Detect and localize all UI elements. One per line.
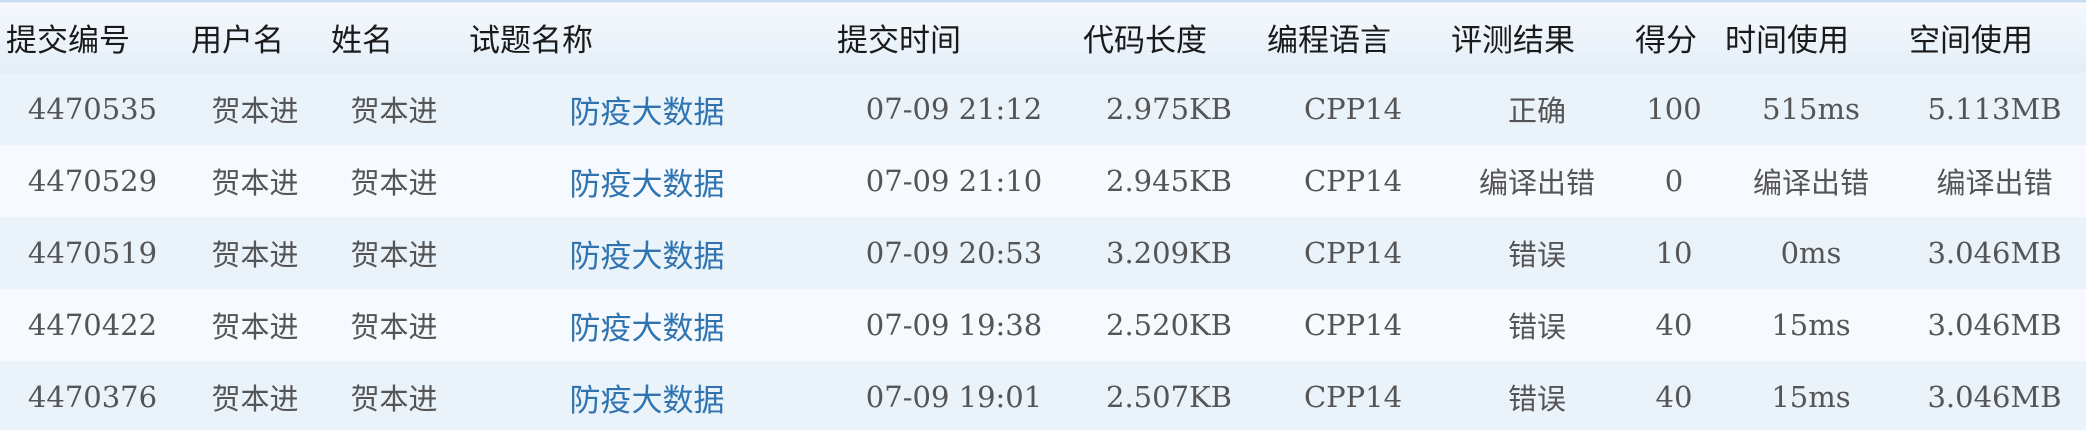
submission-id[interactable]: 4470529	[0, 145, 185, 217]
column-header-problem[interactable]: 试题名称	[463, 1, 831, 73]
language: CPP14	[1303, 308, 1403, 342]
real-name: 贺本进	[350, 94, 438, 128]
judge-result[interactable]: 错误	[1445, 217, 1629, 289]
submit-time: 07-09 21:12	[865, 92, 1043, 126]
language: CPP14	[1303, 236, 1403, 270]
table-row: 4470535 贺本进 贺本进 防疫大数据 07-09 21:12 2.975K…	[0, 73, 2086, 145]
submission-table: 提交编号 用户名 姓名 试题名称 提交时间 代码长度 编程语言 评测结果 得分 …	[0, 0, 2086, 430]
score: 40	[1655, 380, 1693, 414]
time-used: 15ms	[1771, 308, 1851, 342]
column-header-result[interactable]: 评测结果	[1445, 1, 1629, 73]
code-length[interactable]: 2.975KB	[1077, 73, 1261, 145]
judge-result[interactable]: 错误	[1445, 289, 1629, 361]
submission-id[interactable]: 4470376	[0, 361, 185, 430]
username[interactable]: 贺本进	[185, 73, 325, 145]
time-used: 0ms	[1780, 236, 1842, 270]
table-header-row: 提交编号 用户名 姓名 试题名称 提交时间 代码长度 编程语言 评测结果 得分 …	[0, 1, 2086, 73]
real-name: 贺本进	[350, 382, 438, 416]
score: 0	[1664, 164, 1684, 198]
submission-id[interactable]: 4470422	[0, 289, 185, 361]
column-header-score[interactable]: 得分	[1629, 1, 1719, 73]
memory-used: 3.046MB	[1927, 236, 2062, 270]
problem-link[interactable]: 防疫大数据	[570, 311, 725, 347]
table-row: 4470376 贺本进 贺本进 防疫大数据 07-09 19:01 2.507K…	[0, 361, 2086, 430]
problem-link[interactable]: 防疫大数据	[570, 167, 725, 203]
judge-result[interactable]: 正确	[1445, 73, 1629, 145]
real-name: 贺本进	[350, 238, 438, 272]
time-used: 515ms	[1762, 92, 1860, 126]
column-header-memory-used[interactable]: 空间使用	[1903, 1, 2086, 73]
column-header-username[interactable]: 用户名	[185, 1, 325, 73]
submit-time: 07-09 19:01	[865, 380, 1043, 414]
submission-list: 提交编号 用户名 姓名 试题名称 提交时间 代码长度 编程语言 评测结果 得分 …	[0, 0, 2086, 430]
username[interactable]: 贺本进	[185, 145, 325, 217]
table-row: 4470422 贺本进 贺本进 防疫大数据 07-09 19:38 2.520K…	[0, 289, 2086, 361]
language: CPP14	[1303, 164, 1403, 198]
column-header-submission-id[interactable]: 提交编号	[0, 1, 185, 73]
memory-used: 5.113MB	[1927, 92, 2062, 126]
code-length[interactable]: 2.520KB	[1077, 289, 1261, 361]
username[interactable]: 贺本进	[185, 361, 325, 430]
problem-link[interactable]: 防疫大数据	[570, 95, 725, 131]
column-header-submit-time[interactable]: 提交时间	[831, 1, 1077, 73]
time-used: 编译出错	[1752, 166, 1869, 200]
real-name: 贺本进	[350, 166, 438, 200]
submit-time: 07-09 20:53	[865, 236, 1043, 270]
score: 100	[1646, 92, 1702, 126]
username[interactable]: 贺本进	[185, 289, 325, 361]
code-length[interactable]: 2.945KB	[1077, 145, 1261, 217]
language: CPP14	[1303, 92, 1403, 126]
memory-used: 编译出错	[1936, 166, 2053, 200]
code-length[interactable]: 3.209KB	[1077, 217, 1261, 289]
time-used: 15ms	[1771, 380, 1851, 414]
table-row: 4470529 贺本进 贺本进 防疫大数据 07-09 21:10 2.945K…	[0, 145, 2086, 217]
judge-result[interactable]: 编译出错	[1445, 145, 1629, 217]
real-name: 贺本进	[350, 310, 438, 344]
memory-used: 3.046MB	[1927, 380, 2062, 414]
problem-link[interactable]: 防疫大数据	[570, 383, 725, 419]
code-length[interactable]: 2.507KB	[1077, 361, 1261, 430]
score: 40	[1655, 308, 1693, 342]
column-header-time-used[interactable]: 时间使用	[1719, 1, 1903, 73]
judge-result[interactable]: 错误	[1445, 361, 1629, 430]
submit-time: 07-09 19:38	[865, 308, 1043, 342]
table-row: 4470519 贺本进 贺本进 防疫大数据 07-09 20:53 3.209K…	[0, 217, 2086, 289]
problem-link[interactable]: 防疫大数据	[570, 239, 725, 275]
column-header-code-length[interactable]: 代码长度	[1077, 1, 1261, 73]
submit-time: 07-09 21:10	[865, 164, 1043, 198]
language: CPP14	[1303, 380, 1403, 414]
column-header-name[interactable]: 姓名	[325, 1, 463, 73]
username[interactable]: 贺本进	[185, 217, 325, 289]
column-header-language[interactable]: 编程语言	[1261, 1, 1445, 73]
score: 10	[1655, 236, 1693, 270]
memory-used: 3.046MB	[1927, 308, 2062, 342]
submission-id[interactable]: 4470519	[0, 217, 185, 289]
submission-id[interactable]: 4470535	[0, 73, 185, 145]
